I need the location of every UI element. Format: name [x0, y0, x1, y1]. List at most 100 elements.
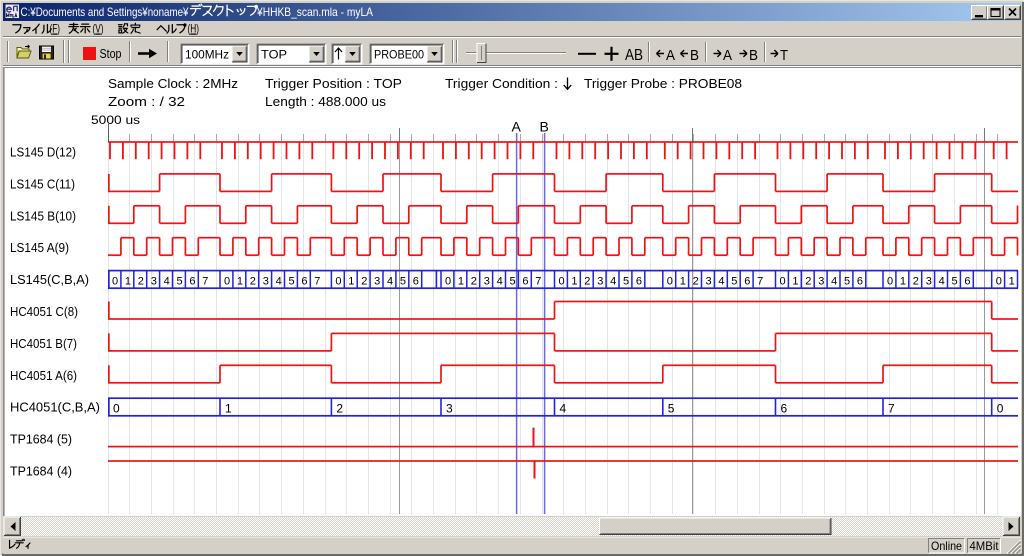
- svg-text:0: 0: [780, 276, 786, 288]
- svg-text:Zoom : / 32: Zoom : / 32: [108, 94, 185, 109]
- svg-text:6: 6: [189, 276, 195, 288]
- svg-text:100MHz: 100MHz: [185, 48, 229, 62]
- svg-text:5: 5: [623, 276, 629, 288]
- svg-text:5: 5: [400, 276, 406, 288]
- svg-text:T: T: [780, 47, 788, 64]
- svg-text:0: 0: [559, 276, 565, 288]
- svg-text:1: 1: [458, 276, 464, 288]
- svg-text:A: A: [666, 47, 675, 64]
- svg-text:Stop: Stop: [100, 46, 122, 61]
- svg-text:AB: AB: [625, 47, 643, 64]
- svg-text:LS145 D(12): LS145 D(12): [10, 146, 76, 160]
- svg-text:7: 7: [535, 276, 541, 288]
- svg-text:2: 2: [471, 276, 477, 288]
- svg-text:1: 1: [125, 276, 131, 288]
- svg-text:3: 3: [818, 276, 824, 288]
- svg-text:5: 5: [289, 276, 295, 288]
- svg-text:TOP: TOP: [261, 48, 287, 62]
- svg-text:1: 1: [680, 276, 686, 288]
- svg-text:7: 7: [757, 276, 763, 288]
- svg-text:7: 7: [202, 276, 208, 288]
- svg-text:TP1684 (4): TP1684 (4): [10, 465, 72, 479]
- svg-text:(H): (H): [188, 22, 200, 36]
- svg-text:4: 4: [387, 276, 393, 288]
- svg-text:3: 3: [374, 276, 380, 288]
- svg-text:3: 3: [706, 276, 712, 288]
- svg-text:3: 3: [926, 276, 932, 288]
- svg-text:0: 0: [667, 276, 673, 288]
- svg-text:¥HHKB_scan.mla - myLA: ¥HHKB_scan.mla - myLA: [256, 5, 373, 19]
- svg-text:HC4051 A(6): HC4051 A(6): [10, 369, 77, 383]
- svg-text:2: 2: [336, 401, 343, 415]
- svg-text:HC4051(C,B,A): HC4051(C,B,A): [10, 401, 100, 415]
- svg-text:4: 4: [497, 276, 503, 288]
- svg-text:0: 0: [224, 276, 230, 288]
- svg-text:LS145(C,B,A): LS145(C,B,A): [10, 273, 89, 287]
- svg-text:4: 4: [718, 276, 724, 288]
- svg-text:4: 4: [831, 276, 837, 288]
- svg-text:5000 us: 5000 us: [91, 113, 140, 127]
- svg-text:1: 1: [792, 276, 798, 288]
- svg-text:HC4051 B(7): HC4051 B(7): [10, 337, 77, 351]
- svg-text:Online: Online: [931, 539, 962, 553]
- svg-text:PROBE00: PROBE00: [374, 48, 424, 62]
- svg-text:6: 6: [781, 401, 788, 415]
- svg-text:2: 2: [138, 276, 144, 288]
- svg-text:B: B: [749, 47, 758, 64]
- svg-text:6: 6: [857, 276, 863, 288]
- svg-text:0: 0: [996, 276, 1002, 288]
- svg-text:2: 2: [693, 276, 699, 288]
- svg-text:4MBit: 4MBit: [970, 539, 1000, 553]
- svg-text:5: 5: [844, 276, 850, 288]
- svg-text:B: B: [690, 47, 699, 64]
- svg-text:2: 2: [361, 276, 367, 288]
- svg-text:Length : 488.000 us: Length : 488.000 us: [265, 94, 387, 109]
- svg-text:1: 1: [900, 276, 906, 288]
- svg-text:1: 1: [571, 276, 577, 288]
- svg-text:6: 6: [522, 276, 528, 288]
- svg-text:6: 6: [413, 276, 419, 288]
- svg-text:3: 3: [484, 276, 490, 288]
- svg-text:0: 0: [113, 401, 120, 415]
- svg-text:7: 7: [888, 401, 895, 415]
- svg-text:5: 5: [510, 276, 516, 288]
- svg-text:3: 3: [446, 401, 453, 415]
- svg-text:3: 3: [597, 276, 603, 288]
- svg-text:2: 2: [913, 276, 919, 288]
- svg-text:4: 4: [276, 276, 282, 288]
- svg-text:1: 1: [1009, 276, 1015, 288]
- svg-text:Trigger Probe : PROBE08: Trigger Probe : PROBE08: [584, 76, 742, 91]
- svg-text:2: 2: [805, 276, 811, 288]
- svg-text:4: 4: [560, 401, 567, 415]
- svg-text:A: A: [512, 119, 522, 135]
- svg-text:0: 0: [335, 276, 341, 288]
- svg-text:LS145 A(9): LS145 A(9): [10, 241, 69, 255]
- svg-text:0: 0: [997, 401, 1004, 415]
- svg-text:6: 6: [964, 276, 970, 288]
- svg-text:6: 6: [636, 276, 642, 288]
- svg-text:1: 1: [237, 276, 243, 288]
- svg-text:6: 6: [744, 276, 750, 288]
- svg-text:A: A: [723, 47, 732, 64]
- svg-text:5: 5: [731, 276, 737, 288]
- svg-text:LS145 C(11): LS145 C(11): [10, 177, 75, 191]
- svg-text:4: 4: [939, 276, 945, 288]
- svg-text:5: 5: [668, 401, 675, 415]
- svg-text:3: 3: [151, 276, 157, 288]
- svg-text:(F): (F): [50, 22, 61, 36]
- svg-text:0: 0: [445, 276, 451, 288]
- svg-text:Sample Clock : 2MHz: Sample Clock : 2MHz: [108, 76, 238, 91]
- svg-text:Trigger Condition :: Trigger Condition :: [445, 76, 558, 91]
- svg-text:Trigger Position : TOP: Trigger Position : TOP: [265, 76, 402, 91]
- svg-text:C:¥Documents and Settings¥nona: C:¥Documents and Settings¥noname¥: [21, 5, 189, 19]
- svg-text:(V): (V): [93, 22, 104, 36]
- svg-text:1: 1: [225, 401, 232, 415]
- svg-text:4: 4: [164, 276, 170, 288]
- svg-text:1: 1: [348, 276, 354, 288]
- svg-text:0: 0: [112, 276, 118, 288]
- svg-text:5: 5: [177, 276, 183, 288]
- svg-text:7: 7: [314, 276, 320, 288]
- svg-text:2: 2: [584, 276, 590, 288]
- svg-text:2: 2: [250, 276, 256, 288]
- svg-text:0: 0: [887, 276, 893, 288]
